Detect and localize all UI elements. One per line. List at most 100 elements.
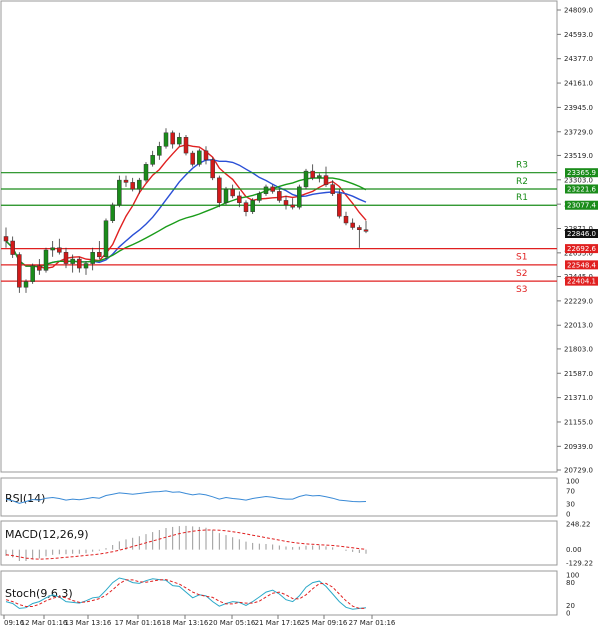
macd-tick-label: 0.00	[566, 546, 582, 554]
candle	[197, 148, 202, 167]
current-price-tag: 22846.0	[565, 229, 598, 238]
candle-body	[337, 193, 342, 217]
candle-body	[203, 150, 209, 161]
current-price-text: 22846.0	[567, 230, 596, 238]
rsi-panel	[0, 477, 558, 517]
time-tick-label: 13 Mar 13:16	[65, 619, 112, 627]
candle-body	[343, 215, 349, 224]
candle-body	[43, 249, 49, 271]
candle-body	[17, 254, 22, 288]
candle-body	[123, 179, 129, 183]
candle-body	[310, 170, 315, 179]
candle-body	[230, 188, 235, 197]
macd-tick-label: 248.22	[566, 521, 591, 529]
candle-body	[157, 146, 162, 156]
candle-body	[263, 186, 269, 194]
candle-body	[90, 252, 95, 264]
candle-body	[137, 179, 142, 190]
candle-body	[277, 191, 282, 201]
rsi-tick-label: 100	[566, 478, 579, 486]
candle-body	[237, 195, 242, 203]
candle	[117, 175, 122, 208]
level-price-text-r1: 23077.4	[567, 202, 596, 210]
candle	[110, 202, 115, 223]
rsi-label: RSI(14)	[5, 492, 45, 505]
level-price-text-s1: 22692.6	[567, 245, 596, 253]
candle-body	[143, 164, 149, 181]
candle-body	[357, 227, 362, 230]
candle-body	[30, 265, 35, 282]
price-tick-label: 22229.0	[564, 297, 593, 305]
candle-body	[177, 137, 182, 145]
candle-body	[50, 247, 55, 251]
time-axis: 09:1612 Mar 01:1613 Mar 13:16 17 Mar 01:1…	[3, 615, 396, 627]
stoch-panel	[0, 570, 558, 616]
candle	[103, 218, 109, 260]
candle-body	[170, 132, 175, 145]
price-tick-label: 23303.0	[564, 176, 593, 184]
candle-body	[297, 186, 302, 208]
chart-canvas: 24809.0 24593.0 24377.0 24161.0 23945.0 23729…	[0, 0, 598, 627]
rsi-tick-label: 30	[566, 501, 575, 509]
level-price-text-r3: 23365.9	[567, 169, 596, 177]
time-tick-label: 25 Mar 09:16	[301, 619, 348, 627]
time-tick-label: 27 Mar 01:16	[349, 619, 396, 627]
candle-body	[10, 240, 15, 255]
price-tick-label: 21155.0	[564, 418, 593, 426]
candle-body	[3, 236, 9, 242]
candle-body	[330, 184, 335, 194]
candle	[223, 186, 229, 205]
candle-body	[150, 155, 155, 165]
candle	[337, 189, 342, 219]
candle-body	[130, 182, 135, 190]
stoch-tick-label: 80	[566, 579, 575, 587]
time-tick-label: 17 Mar 01:16	[115, 619, 162, 627]
level-label-r2: R2	[516, 177, 528, 187]
candle	[217, 175, 222, 208]
candle-body	[197, 150, 202, 165]
candle	[30, 263, 35, 284]
candle-body	[323, 175, 329, 185]
time-tick-label: 21 Mar 17:16	[255, 619, 302, 627]
level-label-s2: S2	[516, 269, 527, 279]
candle	[303, 168, 309, 190]
candle-body	[117, 179, 122, 206]
candle-body	[163, 132, 169, 147]
price-tick-label: 22013.0	[564, 322, 593, 330]
candle-body	[57, 247, 62, 253]
candle-body	[363, 229, 369, 232]
level-price-text-s2: 22548.4	[567, 261, 596, 269]
rsi-tick-label: 0	[566, 511, 570, 519]
candle	[17, 252, 22, 293]
price-tick-label: 24161.0	[564, 80, 593, 88]
candle-body	[83, 263, 89, 269]
macd-tick-label: -129.22	[566, 560, 593, 568]
level-label-r1: R1	[516, 193, 528, 203]
candle-body	[110, 204, 115, 221]
level-price-text-r2: 23221.6	[567, 185, 596, 193]
stoch-label: Stoch(9,6,3)	[5, 587, 73, 600]
candle	[43, 247, 49, 273]
level-label-r3: R3	[516, 161, 528, 171]
candle	[183, 135, 189, 156]
price-tick-label: 24809.0	[564, 7, 593, 15]
time-tick-label: 18 Mar 13:16	[162, 619, 209, 627]
price-tick-label: 23729.0	[564, 128, 593, 136]
candle-body	[283, 200, 289, 206]
candle	[297, 184, 302, 210]
main-price-panel	[0, 0, 558, 473]
candle-body	[183, 137, 189, 154]
rsi-tick-label: 70	[566, 487, 575, 495]
level-label-s1: S1	[516, 253, 527, 263]
macd-label: MACD(12,26,9)	[5, 528, 89, 541]
candle-body	[190, 152, 195, 165]
price-tick-label: 23519.0	[564, 152, 593, 160]
time-tick-label: 20 Mar 05:16	[209, 619, 256, 627]
candle-body	[317, 175, 322, 179]
price-axis: 24809.0 24593.0 24377.0 24161.0 23945.0 23729…	[557, 7, 593, 475]
price-tick-label: 24593.0	[564, 31, 593, 39]
candle-body	[70, 258, 75, 264]
stoch-tick-label: 0	[566, 610, 570, 618]
candle	[250, 198, 255, 214]
price-tick-label: 21371.0	[564, 394, 593, 402]
